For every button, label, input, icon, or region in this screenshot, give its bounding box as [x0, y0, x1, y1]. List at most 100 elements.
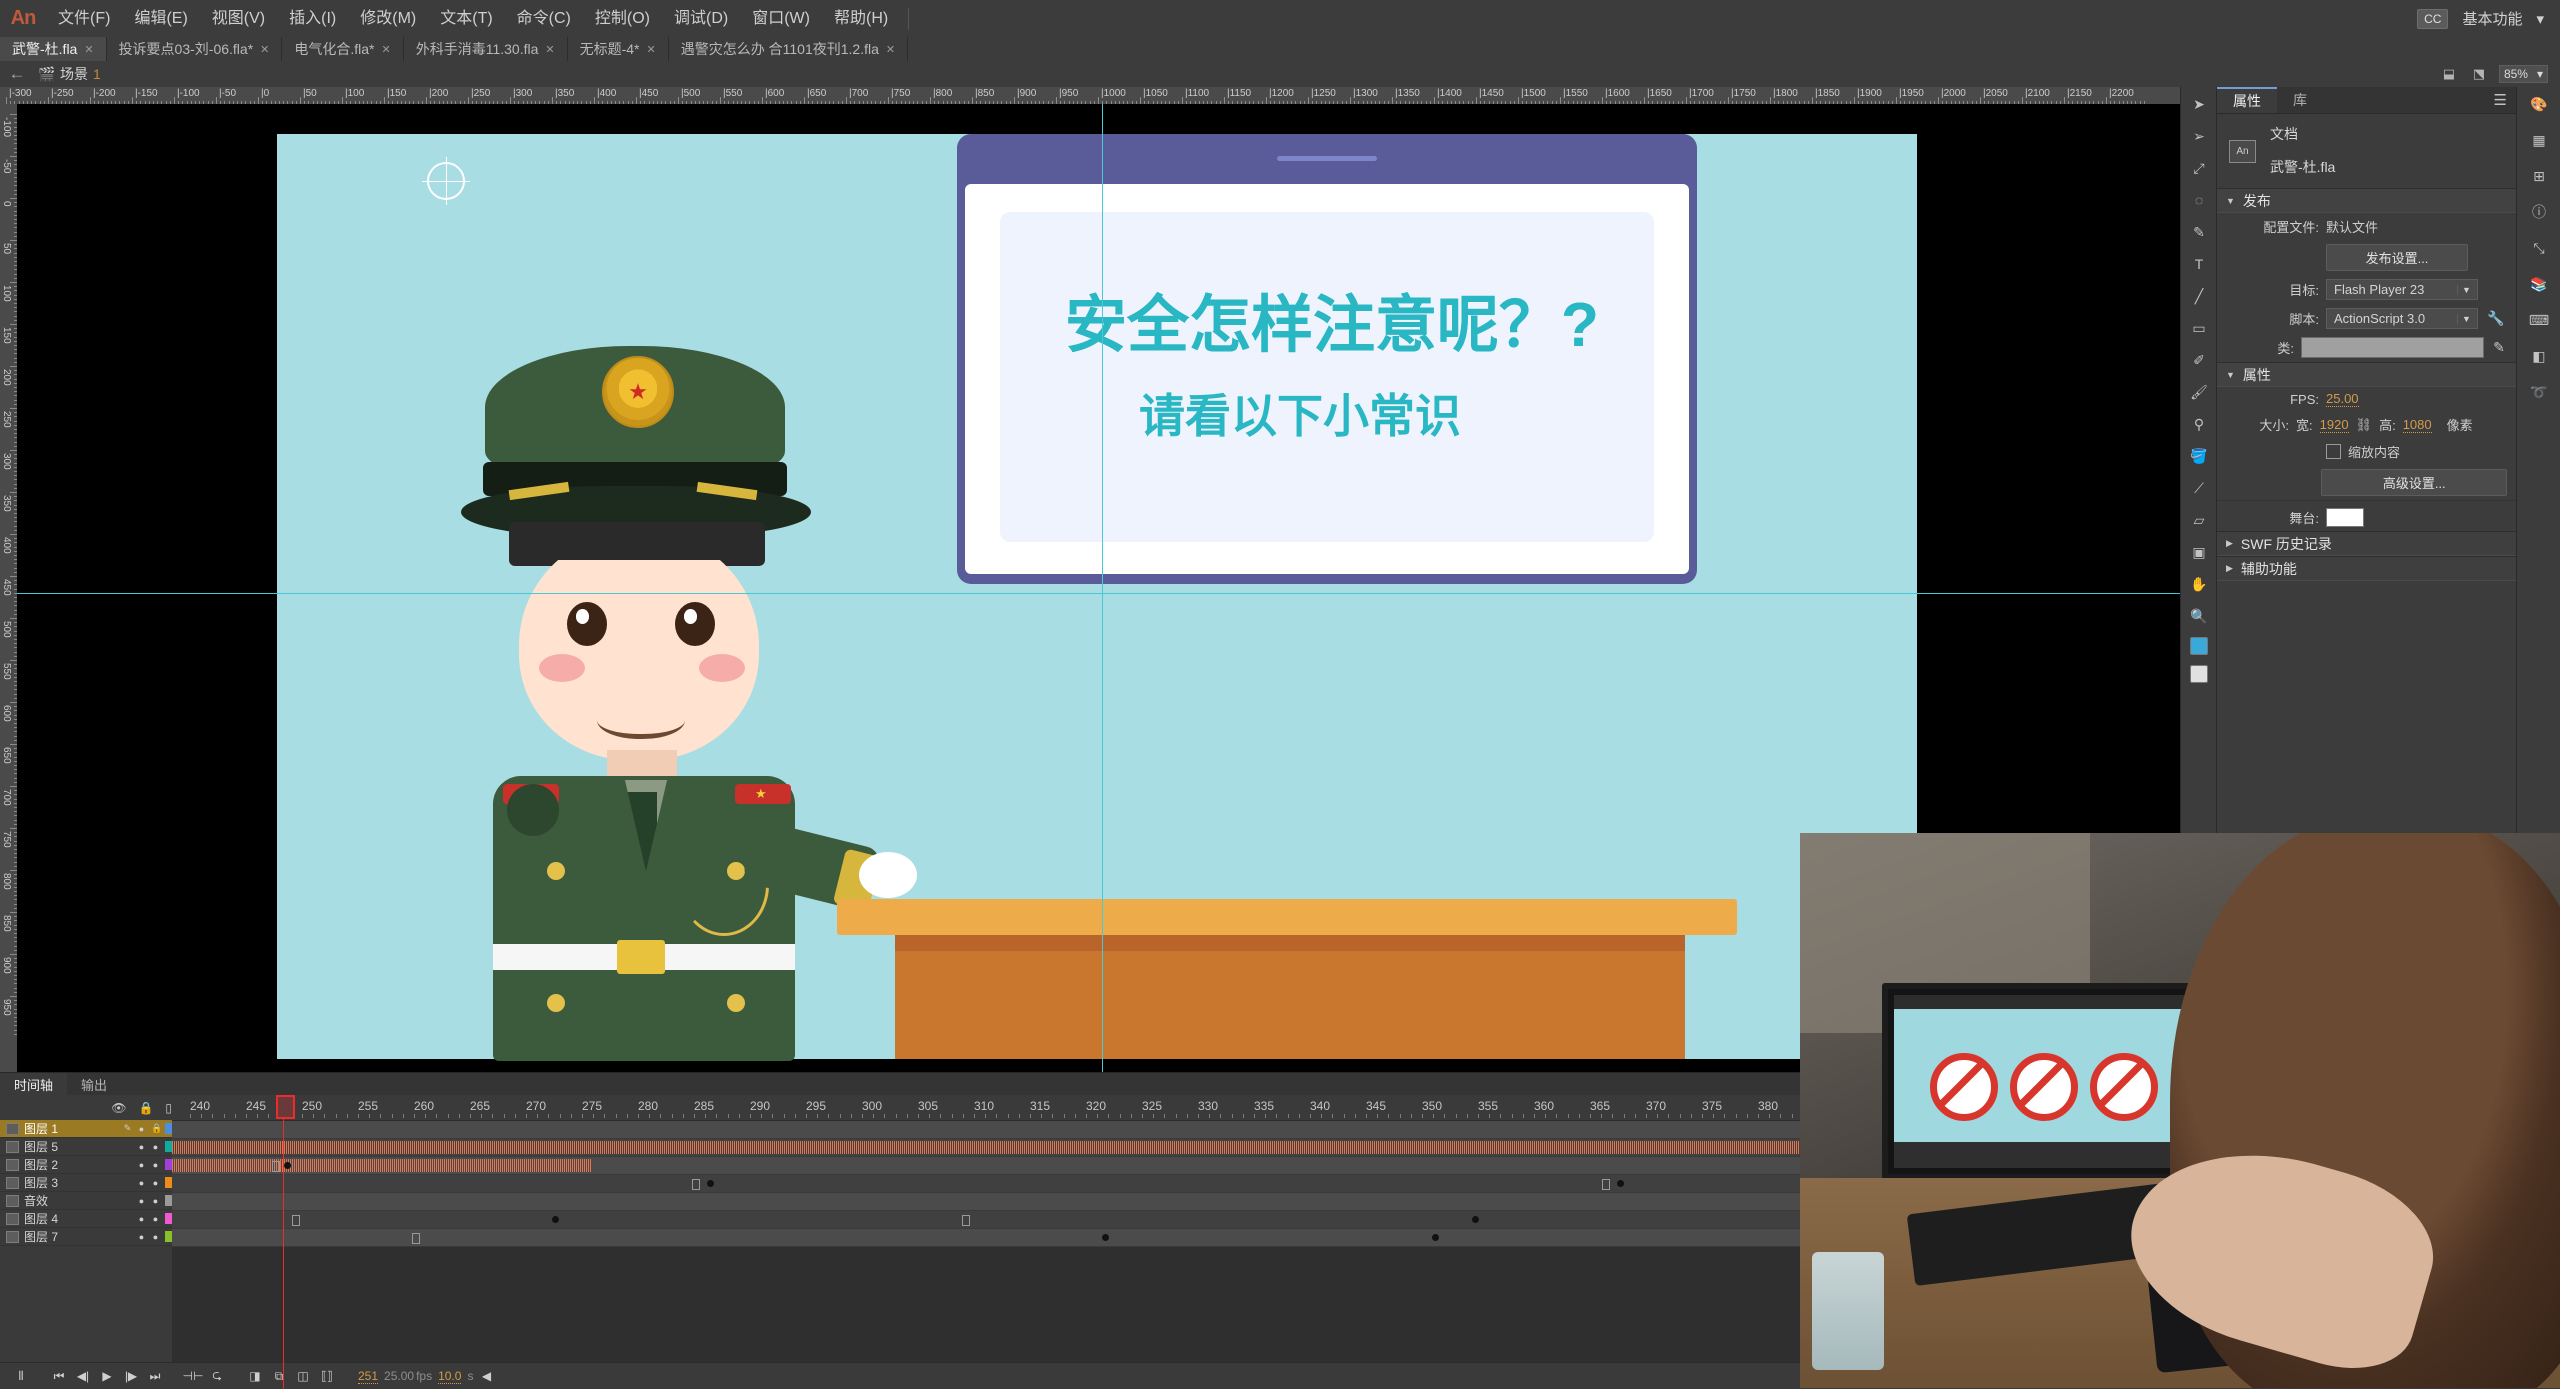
eye-icon[interactable]: 👁 — [111, 1101, 126, 1115]
free-transform-tool-icon[interactable]: ⤢ — [2186, 157, 2212, 179]
keyframe-marker[interactable] — [1102, 1234, 1109, 1241]
layer-visibility-toggle[interactable]: ● — [137, 1178, 146, 1188]
doc-tab-0[interactable]: 武警-杜.fla ✕ — [0, 37, 107, 61]
stroke-color-swatch[interactable] — [2190, 637, 2208, 655]
doc-tab-1[interactable]: 投诉要点03-刘-06.fla* ✕ — [106, 37, 283, 61]
target-select[interactable]: Flash Player 23 ▼ — [2326, 279, 2478, 300]
step-back-icon[interactable]: ◀| — [72, 1366, 94, 1386]
close-icon[interactable]: ✕ — [886, 43, 895, 56]
menu-debug[interactable]: 调试(D) — [662, 0, 740, 37]
workspace-switcher-label[interactable]: 基本功能 — [2462, 8, 2522, 29]
layer-visibility-toggle[interactable]: ● — [137, 1232, 146, 1242]
section-accessibility[interactable]: ▶ 辅助功能 — [2217, 556, 2517, 581]
pencil-icon[interactable]: ✎ — [2491, 339, 2507, 356]
stage-color-swatch[interactable] — [2326, 508, 2364, 527]
blank-keyframe-marker[interactable] — [292, 1215, 300, 1226]
edit-scene-icon[interactable]: ⬓ — [2439, 65, 2459, 83]
rectangle-tool-icon[interactable]: ▭ — [2186, 317, 2212, 339]
brush-tool-icon[interactable]: 🖌 — [2186, 381, 2212, 403]
layer-visibility-toggle[interactable]: ● — [137, 1124, 146, 1134]
motion-preset-icon[interactable]: ➰ — [2526, 381, 2552, 403]
stage-zoom-select[interactable]: 85% ▾ — [2498, 65, 2548, 83]
eyedropper-tool-icon[interactable]: ⟋ — [2186, 477, 2212, 499]
tab-properties[interactable]: 属性 — [2217, 87, 2277, 113]
layer-row[interactable]: 图层 4 ● ● — [0, 1210, 172, 1228]
hand-tool-icon[interactable]: ✋ — [2186, 573, 2212, 595]
bone-tool-icon[interactable]: ⚲ — [2186, 413, 2212, 435]
doc-tab-3[interactable]: 外科手消毒11.30.fla ✕ — [403, 37, 568, 61]
layer-visibility-toggle[interactable]: ● — [137, 1196, 146, 1206]
blank-keyframe-marker[interactable] — [692, 1179, 700, 1190]
edit-multiple-icon[interactable]: ◫ — [292, 1366, 314, 1386]
selection-tool-icon[interactable]: ➤ — [2186, 93, 2212, 115]
class-input[interactable] — [2300, 337, 2484, 358]
align-icon[interactable]: ⊞ — [2526, 165, 2552, 187]
layer-visibility-toggle[interactable]: ● — [137, 1214, 146, 1224]
layer-outline-color[interactable] — [165, 1231, 172, 1242]
menu-window[interactable]: 窗口(W) — [740, 0, 822, 37]
horizontal-guide[interactable] — [17, 593, 2180, 594]
width-value[interactable]: 1920 — [2319, 417, 2349, 433]
components-icon[interactable]: ◧ — [2526, 345, 2552, 367]
keyframe-marker[interactable] — [552, 1216, 559, 1223]
scale-content-checkbox[interactable] — [2326, 444, 2341, 459]
keyframe-marker[interactable] — [1617, 1180, 1624, 1187]
fill-color-swatch[interactable] — [2190, 665, 2208, 683]
paint-bucket-tool-icon[interactable]: 🪣 — [2186, 445, 2212, 467]
modify-markers-icon[interactable]: ⟦⟧ — [316, 1366, 338, 1386]
blank-keyframe-marker[interactable] — [962, 1215, 970, 1226]
menu-text[interactable]: 文本(T) — [428, 0, 504, 37]
tab-timeline[interactable]: 时间轴 — [0, 1073, 68, 1095]
lasso-tool-icon[interactable]: ◌ — [2186, 189, 2212, 211]
layer-row[interactable]: 音效 ● ● — [0, 1192, 172, 1210]
layer-visibility-toggle[interactable]: ● — [137, 1160, 146, 1170]
menu-insert[interactable]: 插入(I) — [277, 0, 348, 37]
layer-lock-toggle[interactable]: ● — [151, 1142, 160, 1152]
doc-tab-4[interactable]: 无标题-4* ✕ — [567, 37, 669, 61]
tab-output[interactable]: 输出 — [67, 1073, 121, 1095]
keyframe-marker[interactable] — [1472, 1216, 1479, 1223]
close-icon[interactable]: ✕ — [84, 43, 93, 56]
blank-keyframe-marker[interactable] — [1602, 1179, 1610, 1190]
layer-list[interactable]: 图层 1 ✎ ● 🔒 图层 5 ● ● 图层 2 ● ● 图层 3 ● ● 音效 ● ● 图层 4 ● ● 图层 7 ●… — [0, 1120, 172, 1246]
menu-help[interactable]: 帮助(H) — [822, 0, 900, 37]
step-forward-icon[interactable]: |▶ — [120, 1366, 142, 1386]
pen-tool-icon[interactable]: ✎ — [2186, 221, 2212, 243]
layer-row[interactable]: 图层 7 ● ● — [0, 1228, 172, 1246]
height-value[interactable]: 1080 — [2402, 417, 2432, 433]
close-icon[interactable]: ✕ — [260, 43, 269, 56]
keyframe-marker[interactable] — [707, 1180, 714, 1187]
layer-outline-color[interactable] — [165, 1159, 172, 1170]
pencil-icon[interactable]: ✎ — [123, 1123, 132, 1134]
playhead-line[interactable] — [283, 1095, 284, 1389]
outline-icon[interactable]: ▯ — [165, 1101, 172, 1115]
skip-end-icon[interactable]: ⏭ — [144, 1366, 166, 1386]
layer-row[interactable]: 图层 3 ● ● — [0, 1174, 172, 1192]
layer-lock-toggle[interactable]: ● — [151, 1178, 160, 1188]
layer-lock-toggle[interactable]: ● — [151, 1214, 160, 1224]
timeline-fps-value[interactable]: 25.00 — [384, 1369, 414, 1383]
layer-lock-toggle[interactable]: 🔒 — [151, 1123, 162, 1134]
back-arrow-icon[interactable]: ← — [0, 64, 34, 84]
grip-icon[interactable]: ⦀ — [10, 1366, 32, 1386]
loop-icon[interactable]: ⮎ — [206, 1366, 228, 1386]
menu-file[interactable]: 文件(F) — [46, 0, 122, 37]
layer-outline-color[interactable] — [165, 1141, 172, 1152]
layer-lock-toggle[interactable]: ● — [151, 1232, 160, 1242]
camera-tool-icon[interactable]: ▣ — [2186, 541, 2212, 563]
layer-lock-toggle[interactable]: ● — [151, 1196, 160, 1206]
doc-tab-5[interactable]: 遇警灾怎么办 合1101夜刊1.2.fla ✕ — [668, 37, 909, 61]
lock-icon[interactable]: 🔒 — [138, 1101, 153, 1115]
close-icon[interactable]: ✕ — [545, 43, 554, 56]
swatches-icon[interactable]: ▦ — [2526, 129, 2552, 151]
actions-icon[interactable]: ⌨ — [2526, 309, 2552, 331]
edit-symbols-icon[interactable]: ⬔ — [2469, 65, 2489, 83]
wrench-icon[interactable]: 🔧 — [2485, 310, 2507, 327]
layer-outline-color[interactable] — [165, 1177, 172, 1188]
zoom-tool-icon[interactable]: 🔍 — [2186, 605, 2212, 627]
text-tool-icon[interactable]: T — [2186, 253, 2212, 275]
menu-commands[interactable]: 命令(C) — [505, 0, 583, 37]
subselection-tool-icon[interactable]: ➢ — [2186, 125, 2212, 147]
layer-outline-color[interactable] — [165, 1213, 172, 1224]
line-tool-icon[interactable]: ╱ — [2186, 285, 2212, 307]
